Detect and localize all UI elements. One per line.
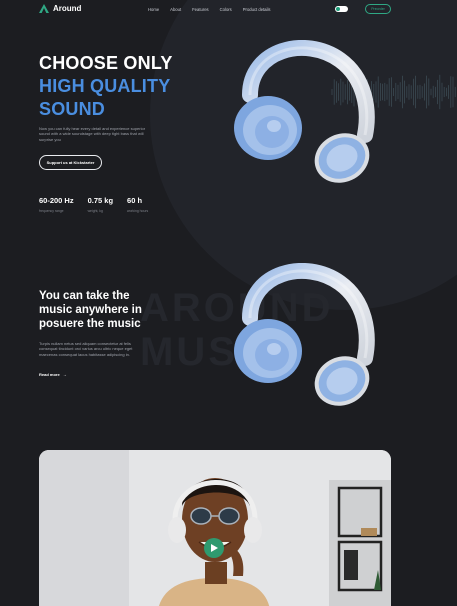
brand-logo[interactable]: Around — [39, 4, 81, 13]
stat-working-hours: 60 h working hours — [127, 196, 148, 213]
stat-label: frequency range — [39, 209, 64, 213]
hero-title-line-1: CHOOSE ONLY — [39, 53, 173, 73]
play-icon — [210, 544, 218, 552]
theme-switch[interactable] — [335, 6, 348, 12]
section-description: Turpis nullam netus sed aliquam consecte… — [39, 341, 133, 357]
brand-name: Around — [53, 4, 82, 13]
arrow-right-icon: → — [62, 372, 67, 377]
hero-description: Now you can fully hear every detail and … — [39, 126, 146, 142]
section-title: You can take the music anywhere in posue… — [39, 290, 142, 330]
kickstarter-button[interactable]: Support us at Kickstarter — [39, 155, 102, 170]
menu-item-colors[interactable]: Colors — [220, 7, 232, 12]
stat-label: weight, kg — [87, 209, 103, 213]
hero-title-line-3: SOUND — [39, 99, 106, 119]
read-more-label: Read more — [39, 372, 60, 377]
stat-value: 60-200 Hz — [39, 196, 74, 205]
lifestyle-photo — [39, 450, 391, 606]
headphones-image — [234, 263, 375, 406]
theme-toggle[interactable] — [332, 6, 351, 12]
specs-stats: 60-200 Hz frequency range 0.75 kg weight… — [39, 196, 148, 213]
play-button[interactable] — [204, 538, 224, 558]
top-navigation: Around Home About Features Colors Produc… — [0, 0, 457, 20]
menu-item-features[interactable]: Features — [192, 7, 209, 12]
menu-item-about[interactable]: About — [170, 7, 181, 12]
main-menu: Home About Features Colors Product detai… — [148, 7, 270, 12]
stat-value: 60 h — [127, 196, 143, 205]
hero-title-line-2: HIGH QUALITY — [39, 76, 171, 96]
landing-page: Around Home About Features Colors Produc… — [0, 0, 457, 606]
read-more-link[interactable]: Read more → — [39, 372, 67, 377]
stat-frequency: 60-200 Hz frequency range — [39, 196, 74, 213]
man-with-headphones-illustration — [39, 450, 391, 606]
triangle-logo-icon — [39, 4, 49, 13]
preorder-button[interactable]: Preorder — [365, 4, 391, 14]
stat-weight: 0.75 kg weight, kg — [88, 196, 113, 213]
switch-knob — [336, 7, 340, 11]
headphones-image — [234, 40, 375, 183]
stat-label: working hours — [127, 209, 149, 213]
menu-item-product-details[interactable]: Product details — [243, 7, 271, 12]
hero-title: CHOOSE ONLY HIGH QUALITY SOUND — [39, 52, 173, 121]
menu-item-home[interactable]: Home — [148, 7, 159, 12]
stat-value: 0.75 kg — [87, 196, 114, 205]
